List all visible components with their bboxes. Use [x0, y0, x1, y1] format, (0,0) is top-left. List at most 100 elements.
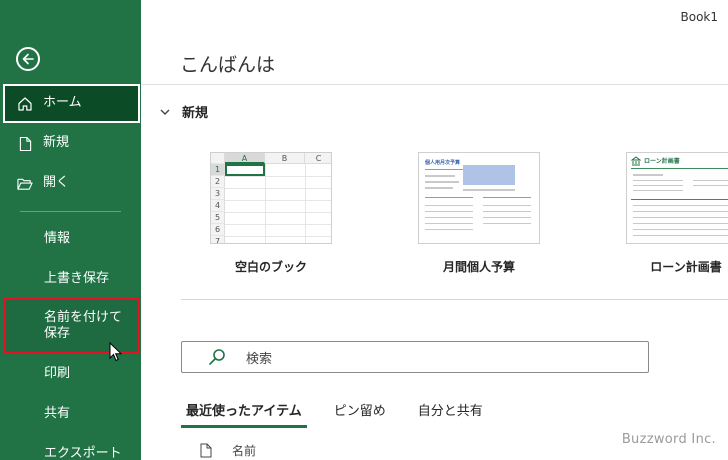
- thumbnail-line: [633, 180, 683, 181]
- thumbnail-line: [425, 223, 473, 224]
- thumbnail-line: [633, 211, 728, 212]
- row-header: 5: [211, 212, 225, 224]
- search-input[interactable]: 検索: [181, 341, 649, 373]
- open-folder-icon: [17, 175, 33, 193]
- sidebar-item-label: ホーム: [43, 95, 82, 111]
- template-label: 空白のブック: [234, 260, 307, 274]
- sidebar-item-share[interactable]: 共有: [3, 395, 140, 434]
- thumbnail-line: [483, 223, 531, 224]
- thumbnail-line: [631, 168, 728, 169]
- tab-shared-with-me[interactable]: 自分と共有: [413, 398, 488, 428]
- row-header: 4: [211, 200, 225, 212]
- sidebar-item-home[interactable]: ホーム: [3, 84, 140, 123]
- thumbnail-line: [483, 217, 531, 218]
- sidebar-item-save[interactable]: 上書き保存: [3, 260, 140, 299]
- sidebar-item-label: 情報: [44, 231, 71, 247]
- new-section-title: 新規: [182, 106, 209, 121]
- name-column-header[interactable]: 名前: [232, 442, 256, 459]
- thumbnail-line: [633, 217, 728, 218]
- thumbnail-line: [633, 205, 728, 206]
- sidebar-item-export[interactable]: エクスポート: [3, 435, 140, 460]
- template-monthly-budget[interactable]: 個人用月次予算 月間個人予算: [418, 152, 540, 275]
- file-icon: [200, 443, 212, 458]
- search-icon: [209, 349, 225, 365]
- header-divider: [141, 84, 728, 85]
- template-thumbnail: A B C 1 2 3 4 5 6 7: [210, 152, 332, 244]
- template-thumbnail: ローン計画書: [626, 152, 728, 244]
- back-arrow-icon[interactable]: [16, 47, 40, 71]
- thumbnail-line: [425, 229, 473, 230]
- watermark: Buzzword Inc.: [621, 432, 716, 447]
- thumbnail-line: [631, 199, 728, 200]
- document-title: Book1: [680, 10, 719, 24]
- grid-line: [225, 212, 331, 213]
- thumbnail-line: [693, 185, 728, 186]
- sidebar-item-label: 上書き保存: [44, 271, 110, 287]
- thumbnail-line: [483, 211, 531, 212]
- grid-line: [265, 164, 266, 243]
- search-placeholder: 検索: [246, 351, 273, 367]
- home-icon: [17, 95, 33, 113]
- thumbnail-line: [425, 217, 473, 218]
- sidebar-divider: [20, 211, 121, 212]
- row-header: 7: [211, 236, 225, 243]
- thumbnail-line: [425, 175, 455, 177]
- template-thumbnail: 個人用月次予算: [418, 152, 540, 244]
- sidebar-item-label: 名前を付けて保存: [44, 309, 123, 341]
- sidebar-item-open[interactable]: 開く: [3, 164, 140, 203]
- grid-line: [225, 224, 331, 225]
- sidebar-item-label: 開く: [43, 175, 70, 191]
- thumbnail-line: [633, 229, 728, 230]
- grid-line: [225, 176, 331, 177]
- thumbnail-line: [425, 205, 473, 206]
- grid-line: [225, 200, 331, 201]
- corner-cell: [211, 153, 225, 164]
- template-blank-workbook[interactable]: A B C 1 2 3 4 5 6 7 空白のブック: [210, 152, 332, 275]
- sidebar-item-label: 共有: [44, 406, 71, 422]
- thumbnail-line: [633, 185, 683, 186]
- column-header: B: [265, 153, 305, 164]
- tab-recent[interactable]: 最近使ったアイテム: [181, 398, 307, 428]
- sidebar-item-label: 印刷: [44, 366, 71, 382]
- thumbnail-line: [693, 180, 728, 181]
- column-header: A: [225, 153, 265, 164]
- bank-icon: [631, 156, 641, 166]
- template-label: ローン計画書: [650, 260, 722, 274]
- thumbnail-line: [633, 223, 728, 224]
- template-loan-planner[interactable]: ローン計画書 ローン計画書: [626, 152, 728, 275]
- sidebar-item-info[interactable]: 情報: [3, 220, 140, 259]
- sidebar-item-label: 新規: [43, 135, 70, 151]
- thumbnail-line: [425, 187, 453, 189]
- grid-line: [225, 236, 331, 237]
- file-list-tabs: 最近使ったアイテム ピン留め 自分と共有: [181, 398, 510, 428]
- sidebar-item-label: エクスポート: [44, 446, 122, 460]
- thumbnail-line: [483, 205, 531, 206]
- file-list-header: 名前: [200, 442, 256, 459]
- thumbnail-line: [633, 174, 663, 176]
- thumbnail-line: [425, 169, 465, 170]
- thumbnail-title: 個人用月次予算: [425, 160, 461, 166]
- greeting-heading: こんばんは: [180, 54, 276, 76]
- thumbnail-line: [463, 189, 515, 191]
- thumbnail-line: [633, 190, 683, 191]
- thumbnail-title: ローン計画書: [644, 158, 680, 165]
- row-header: 6: [211, 224, 225, 236]
- sidebar-item-new[interactable]: 新規: [3, 124, 140, 163]
- thumbnail-line: [425, 197, 473, 198]
- backstage-sidebar: ホーム 新規 開く 情報 上書き保存 名前を付けて保存 印刷 共有 エクスポート: [0, 0, 141, 460]
- section-divider: [181, 299, 728, 300]
- thumbnail-block: [463, 165, 515, 185]
- thumbnail-line: [425, 181, 459, 183]
- mouse-pointer-icon: [109, 342, 123, 362]
- new-section-header[interactable]: 新規: [160, 102, 208, 121]
- column-header: C: [305, 153, 331, 164]
- tab-pinned[interactable]: ピン留め: [329, 398, 391, 428]
- row-header: 1: [211, 164, 225, 176]
- spreadsheet-grid-preview: A B C 1 2 3 4 5 6 7: [211, 153, 331, 243]
- selected-cell: [225, 164, 265, 176]
- thumbnail-line: [633, 235, 728, 236]
- thumbnail-line: [425, 211, 473, 212]
- row-header: 3: [211, 188, 225, 200]
- row-header: 2: [211, 176, 225, 188]
- template-label: 月間個人予算: [442, 260, 515, 274]
